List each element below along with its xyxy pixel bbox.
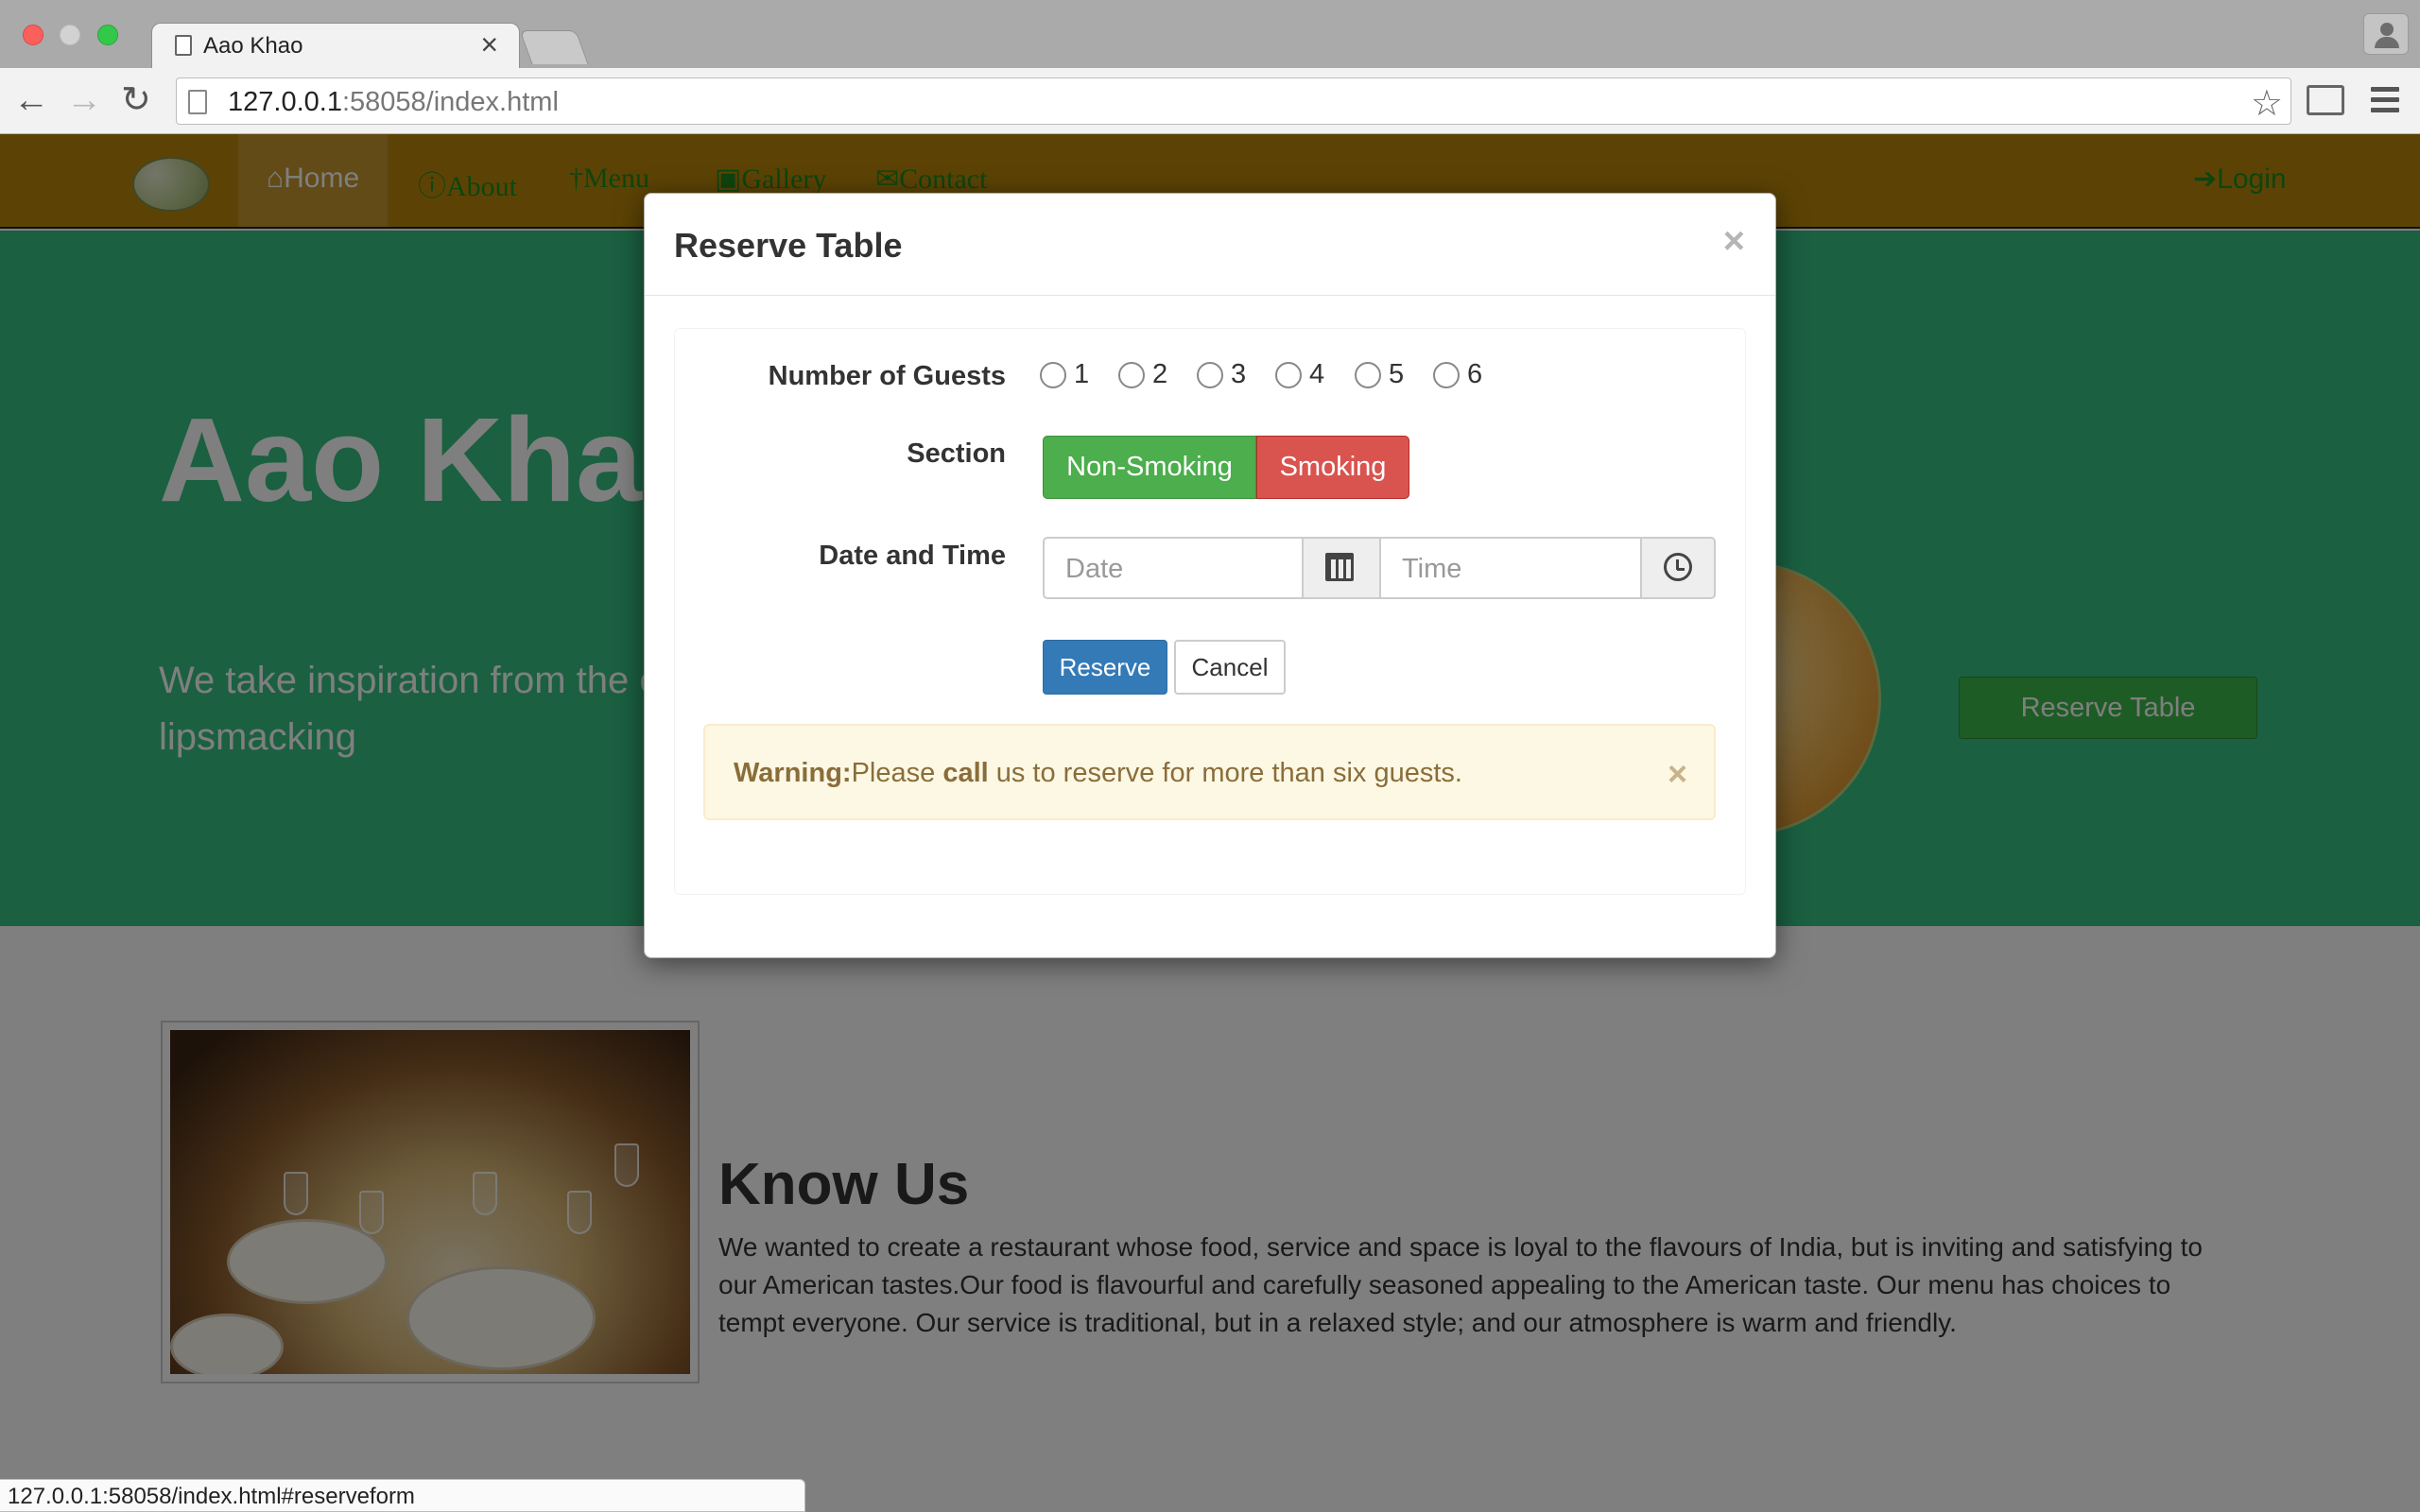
page-icon: [188, 90, 207, 114]
browser-toolbar: ← → ↻ 127.0.0.1:58058/index.html ☆: [0, 68, 2420, 134]
non-smoking-button[interactable]: Non-Smoking: [1043, 436, 1256, 499]
warning-alert: Warning:Please call us to reserve for mo…: [703, 724, 1716, 820]
address-bar[interactable]: 127.0.0.1:58058/index.html ☆: [176, 77, 2291, 125]
window-maximize-button[interactable]: [97, 25, 118, 45]
cancel-button[interactable]: Cancel: [1174, 640, 1286, 695]
guest-radio-2[interactable]: 2: [1118, 359, 1167, 390]
modal-title: Reserve Table: [674, 226, 903, 265]
guests-label: Number of Guests: [768, 361, 1006, 391]
radio-icon[interactable]: [1275, 362, 1302, 389]
radio-icon[interactable]: [1433, 362, 1460, 389]
reload-icon[interactable]: ↻: [121, 81, 151, 119]
status-bar: 127.0.0.1:58058/index.html#reserveform: [0, 1479, 805, 1512]
forward-arrow-icon[interactable]: →: [66, 81, 102, 119]
smoking-button[interactable]: Smoking: [1256, 436, 1409, 499]
radio-icon[interactable]: [1355, 362, 1381, 389]
tab-title: Aao Khao: [203, 33, 303, 59]
new-tab-button[interactable]: [519, 30, 589, 64]
guest-radio-1[interactable]: 1: [1040, 359, 1089, 390]
clock-icon: [1664, 553, 1692, 581]
page-icon: [175, 35, 192, 56]
guest-radio-6[interactable]: 6: [1433, 359, 1482, 390]
close-icon[interactable]: ×: [1723, 220, 1745, 263]
tab-close-icon[interactable]: ×: [480, 29, 498, 60]
guest-radio-3[interactable]: 3: [1197, 359, 1246, 390]
cast-icon[interactable]: [2307, 85, 2344, 115]
profile-icon[interactable]: [2363, 13, 2409, 55]
radio-icon[interactable]: [1197, 362, 1223, 389]
web-page: ⌂Home ⓘAbout †Menu ▣Gallery ✉Contact ➔Lo…: [0, 134, 2420, 1512]
calendar-button[interactable]: [1304, 537, 1381, 599]
window-close-button[interactable]: [23, 25, 43, 45]
browser-tab[interactable]: Aao Khao ×: [151, 23, 520, 68]
clock-button[interactable]: [1640, 537, 1716, 599]
section-label: Section: [907, 438, 1006, 469]
guest-radio-5[interactable]: 5: [1355, 359, 1404, 390]
reserve-button[interactable]: Reserve: [1043, 640, 1167, 695]
radio-icon[interactable]: [1118, 362, 1145, 389]
calendar-icon: [1325, 553, 1354, 581]
url-text[interactable]: 127.0.0.1:58058/index.html: [228, 87, 559, 118]
time-input[interactable]: Time: [1379, 537, 1642, 599]
browser-tab-strip: Aao Khao ×: [0, 0, 2420, 68]
menu-icon[interactable]: [2371, 87, 2399, 113]
date-input[interactable]: Date: [1043, 537, 1304, 599]
guest-radio-4[interactable]: 4: [1275, 359, 1324, 390]
modal-header: Reserve Table ×: [645, 194, 1775, 296]
window-minimize-button[interactable]: [60, 25, 80, 45]
warning-strong: Warning:: [734, 758, 852, 788]
bookmark-star-icon[interactable]: ☆: [2251, 82, 2283, 125]
date-time-label: Date and Time: [819, 541, 1006, 571]
alert-close-icon[interactable]: ×: [1668, 754, 1687, 794]
radio-icon[interactable]: [1040, 362, 1066, 389]
back-arrow-icon[interactable]: ←: [13, 81, 49, 119]
